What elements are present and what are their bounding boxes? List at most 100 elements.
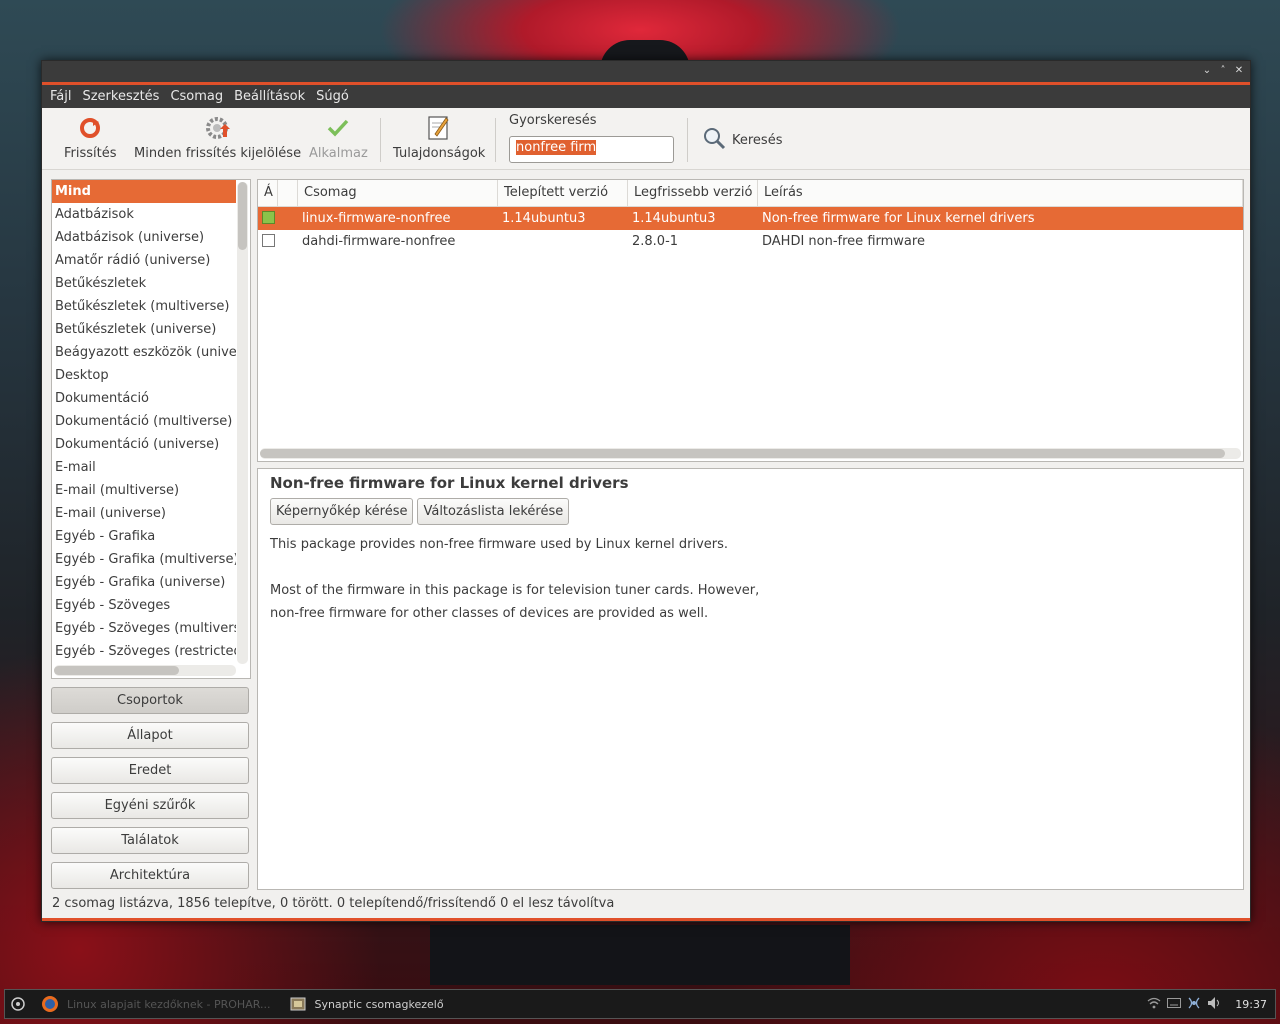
section-item[interactable]: Betűkészletek (multiverse) xyxy=(52,295,236,318)
package-checkbox[interactable] xyxy=(262,234,275,247)
menu-icon xyxy=(11,997,25,1011)
quick-search-label: Gyorskeresés xyxy=(509,113,597,128)
mark-all-upgrades-label: Minden frissítés kijelölése xyxy=(134,146,302,161)
clock[interactable]: 19:37 xyxy=(1235,998,1267,1011)
status-cell xyxy=(258,230,278,253)
col-status[interactable]: Á xyxy=(258,180,278,206)
col-support[interactable] xyxy=(278,180,298,206)
package-table: Á Csomag Telepített verzió Legfrissebb v… xyxy=(257,179,1244,462)
scroll-thumb[interactable] xyxy=(260,449,1225,458)
package-name: linux-firmware-nonfree xyxy=(302,211,451,226)
maximize-button[interactable]: ˄ xyxy=(1218,65,1228,76)
network-icon[interactable] xyxy=(1187,996,1201,1013)
toolbar-separator xyxy=(380,118,381,162)
menu-edit[interactable]: Szerkesztés xyxy=(82,89,165,104)
table-row[interactable]: linux-firmware-nonfree 1.14ubuntu3 1.14u… xyxy=(258,207,1243,230)
properties-button[interactable]: Tulajdonságok xyxy=(393,114,485,161)
section-item[interactable]: Desktop xyxy=(52,364,236,387)
status-cell xyxy=(258,207,278,230)
col-package[interactable]: Csomag xyxy=(298,180,498,206)
section-item[interactable]: Mind xyxy=(52,180,236,203)
keyboard-icon[interactable] xyxy=(1167,997,1182,1011)
volume-icon[interactable] xyxy=(1207,996,1221,1013)
section-item[interactable]: Betűkészletek xyxy=(52,272,236,295)
section-item[interactable]: Dokumentáció (multiverse) xyxy=(52,410,236,433)
installed-checkbox[interactable] xyxy=(262,211,275,224)
section-item[interactable]: Dokumentáció xyxy=(52,387,236,410)
section-item[interactable]: Egyéb - Grafika (universe) xyxy=(52,571,236,594)
section-item[interactable]: Egyéb - Grafika (multiverse) xyxy=(52,548,236,571)
support-cell xyxy=(278,207,298,230)
menu-file[interactable]: Fájl xyxy=(50,89,77,104)
support-cell xyxy=(278,230,298,253)
section-item[interactable]: E-mail (multiverse) xyxy=(52,479,236,502)
section-item[interactable]: Adatbázisok (universe) xyxy=(52,226,236,249)
section-item[interactable]: Dokumentáció (universe) xyxy=(52,433,236,456)
menu-help[interactable]: Súgó xyxy=(316,89,355,104)
quick-search-input[interactable]: nonfree firm xyxy=(509,136,674,163)
section-item[interactable]: Egyéb - Szöveges (restricted) xyxy=(52,640,236,663)
wifi-icon[interactable] xyxy=(1147,997,1161,1012)
section-list-hscrollbar[interactable] xyxy=(54,665,236,676)
menu-package[interactable]: Csomag xyxy=(170,89,229,104)
window-bottom-border xyxy=(42,918,1250,921)
menubar: Fájl Szerkesztés Csomag Beállítások Súgó xyxy=(42,85,1250,108)
groups-button[interactable]: Csoportok xyxy=(51,687,249,714)
col-description[interactable]: Leírás xyxy=(758,180,1243,206)
section-list-vscrollbar[interactable] xyxy=(237,182,248,664)
section-item[interactable]: Egyéb - Grafika xyxy=(52,525,236,548)
task-firefox[interactable]: Linux alapjait kezdőknek - PROHAR... xyxy=(31,991,280,1017)
properties-icon xyxy=(427,114,451,142)
firefox-icon xyxy=(42,996,58,1012)
refresh-icon xyxy=(79,114,101,142)
properties-label: Tulajdonságok xyxy=(393,146,486,161)
search-results-button[interactable]: Találatok xyxy=(51,827,249,854)
table-row[interactable]: dahdi-firmware-nonfree 2.8.0-1 DAHDI non… xyxy=(258,230,1243,253)
col-latest-version[interactable]: Legfrissebb verzió xyxy=(628,180,758,206)
section-item[interactable]: E-mail (universe) xyxy=(52,502,236,525)
refresh-button[interactable]: Frissítés xyxy=(64,114,117,161)
search-button[interactable]: Keresés xyxy=(702,126,782,154)
package-table-hscrollbar[interactable] xyxy=(260,448,1241,459)
wallpaper-figure-bottom xyxy=(430,925,850,985)
toolbar-separator xyxy=(687,118,688,162)
section-item[interactable]: Egyéb - Szöveges (multiverse) xyxy=(52,617,236,640)
details-buttons: Képernyőkép kérése Változáslista lekérés… xyxy=(270,498,1231,525)
close-button[interactable]: ✕ xyxy=(1234,65,1244,76)
status-button[interactable]: Állapot xyxy=(51,722,249,749)
scroll-thumb[interactable] xyxy=(238,182,247,250)
section-item[interactable]: Egyéb - Szöveges xyxy=(52,594,236,617)
get-screenshot-button[interactable]: Képernyőkép kérése xyxy=(270,498,414,525)
apply-label: Alkalmaz xyxy=(309,146,368,161)
col-installed-version[interactable]: Telepített verzió xyxy=(498,180,628,206)
custom-filters-button[interactable]: Egyéni szűrők xyxy=(51,792,249,819)
taskbar: Linux alapjait kezdőknek - PROHAR... Syn… xyxy=(4,989,1276,1019)
section-item[interactable]: Adatbázisok xyxy=(52,203,236,226)
upgrade-gear-icon xyxy=(205,114,231,142)
mark-all-upgrades-button[interactable]: Minden frissítés kijelölése xyxy=(134,114,301,161)
titlebar: ⌄ ˄ ✕ xyxy=(42,61,1250,85)
package-details: Non-free firmware for Linux kernel drive… xyxy=(257,468,1244,890)
checkmark-icon xyxy=(327,114,349,142)
installed-version xyxy=(498,230,628,253)
get-changelog-button[interactable]: Változáslista lekérése xyxy=(417,498,570,525)
scroll-thumb[interactable] xyxy=(54,666,179,675)
start-menu-button[interactable] xyxy=(5,996,31,1012)
table-header: Á Csomag Telepített verzió Legfrissebb v… xyxy=(258,180,1243,207)
package-description: DAHDI non-free firmware xyxy=(762,234,925,249)
details-title: Non-free firmware for Linux kernel drive… xyxy=(270,474,629,492)
apply-button[interactable]: Alkalmaz xyxy=(309,114,368,161)
menu-settings[interactable]: Beállítások xyxy=(234,89,311,104)
section-item[interactable]: Betűkészletek (universe) xyxy=(52,318,236,341)
section-item[interactable]: Amatőr rádió (universe) xyxy=(52,249,236,272)
description-line: non-free firmware for other classes of d… xyxy=(270,606,709,621)
package-name: dahdi-firmware-nonfree xyxy=(302,234,456,249)
origin-button[interactable]: Eredet xyxy=(51,757,249,784)
section-item[interactable]: E-mail xyxy=(52,456,236,479)
minimize-button[interactable]: ⌄ xyxy=(1202,65,1212,76)
section-item[interactable]: Beágyazott eszközök (universe) xyxy=(52,341,236,364)
task-synaptic[interactable]: Synaptic csomagkezelő xyxy=(280,991,453,1017)
search-icon xyxy=(702,126,726,154)
system-tray: 19:37 xyxy=(1147,996,1275,1013)
architecture-button[interactable]: Architektúra xyxy=(51,862,249,889)
